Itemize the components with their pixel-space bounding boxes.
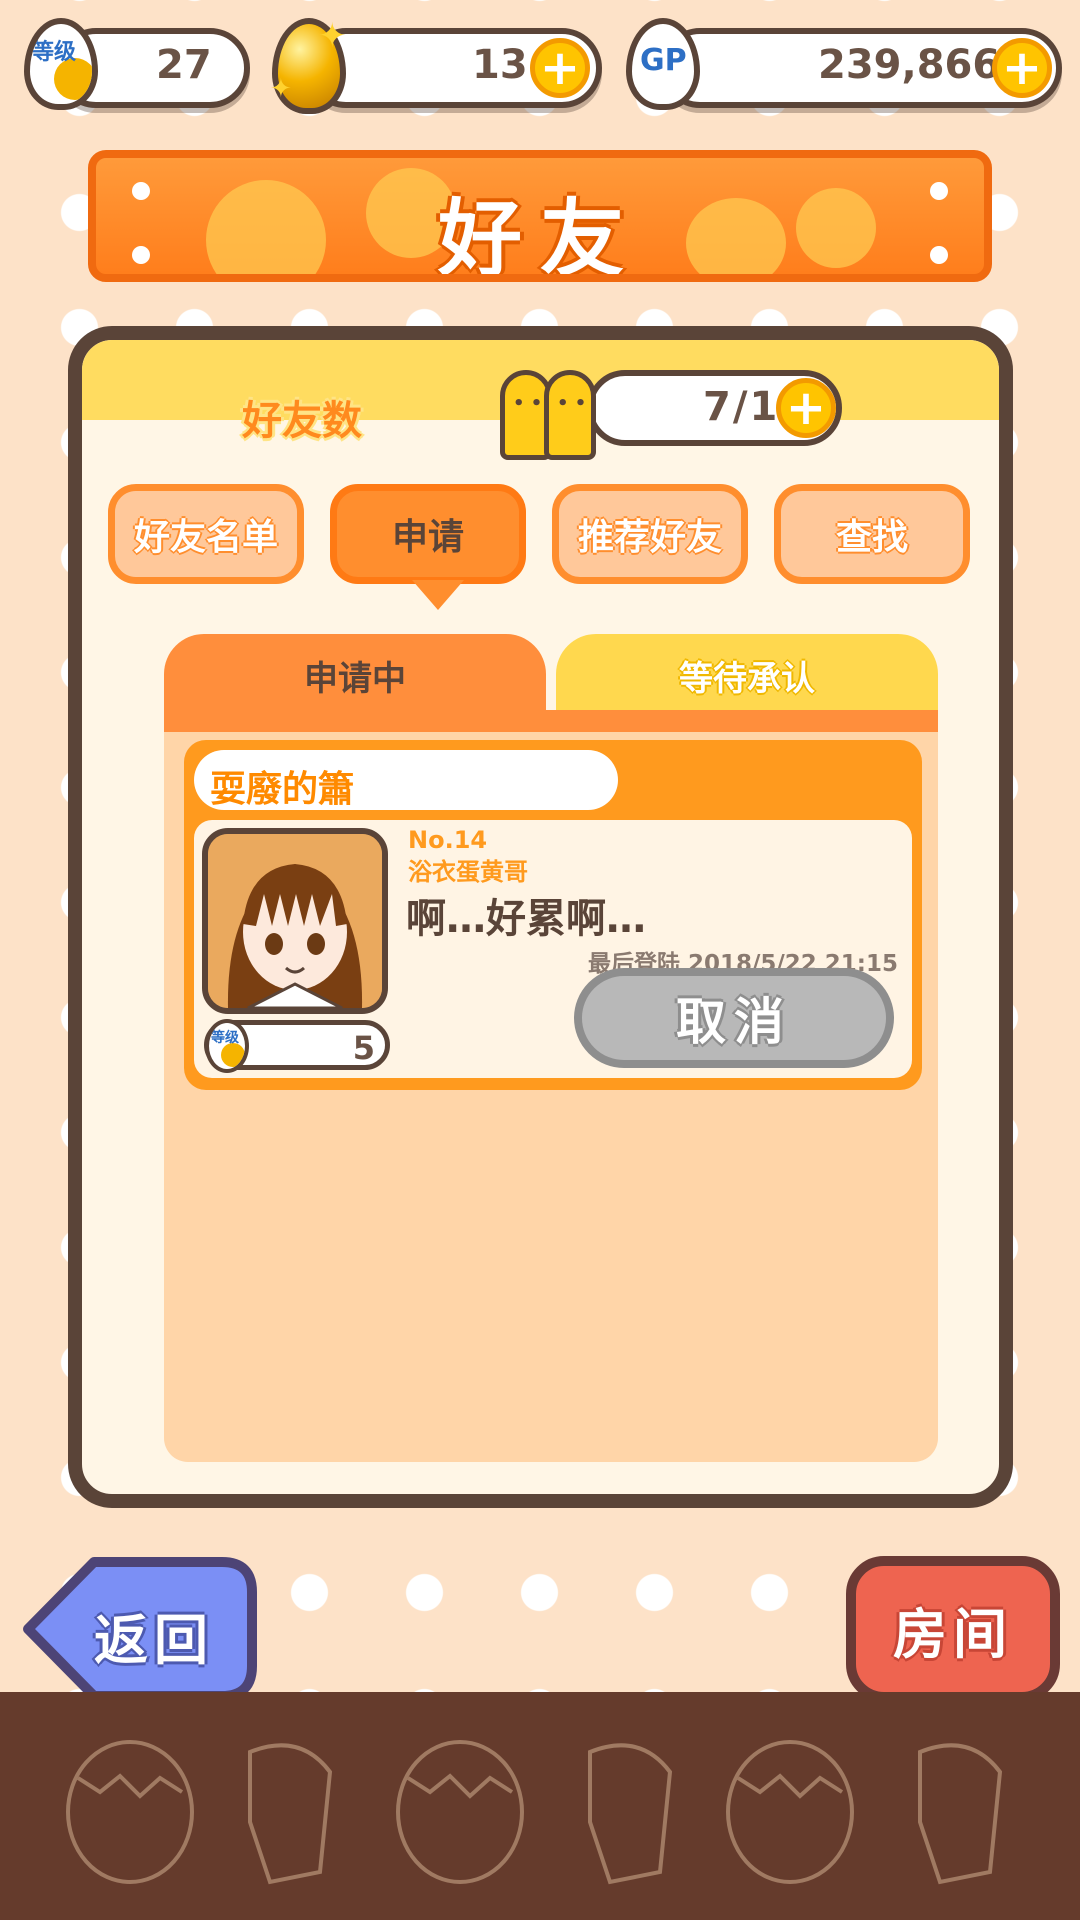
avatar[interactable] (202, 828, 388, 1014)
room-button[interactable]: 房间 (846, 1556, 1060, 1702)
friend-request-card: 耍廢的簫 等级 5 No.14 浴衣蛋黄哥 啊…好累啊… 最后登陆 2018/5… (184, 740, 922, 1090)
tab-recommended[interactable]: 推荐好友 (552, 484, 748, 584)
request-list[interactable]: 耍廢的簫 等级 5 No.14 浴衣蛋黄哥 啊…好累啊… 最后登陆 2018/5… (164, 710, 938, 1462)
back-label: 返回 (94, 1609, 214, 1672)
friends-count-label: 好友数 (242, 398, 362, 444)
character-number: No.14 (408, 826, 488, 854)
friend-request-body: 等级 5 No.14 浴衣蛋黄哥 啊…好累啊… 最后登陆 2018/5/22 2… (194, 820, 912, 1078)
tab-friend-list[interactable]: 好友名单 (108, 484, 304, 584)
friends-panel: 好友数 7/10 • • • • + 好友名单 申请 推荐好友 查找 等待承认 … (68, 326, 1013, 1508)
sparkle-icon: ✦ (318, 16, 347, 56)
tab-requests[interactable]: 申请 (330, 484, 526, 584)
active-tab-pointer (412, 580, 464, 610)
buy-gp-button[interactable]: + (992, 38, 1052, 98)
cancel-request-button[interactable]: 取消 (574, 968, 894, 1068)
egg-pattern-icon (66, 1740, 1003, 1885)
subtab-pending[interactable]: 申请中 (164, 634, 546, 716)
back-button[interactable]: 返回 (22, 1556, 258, 1702)
footer-decoration (0, 1692, 1080, 1920)
friend-level-pill: 等级 5 (204, 1019, 390, 1073)
level-egg-icon: 等级 (205, 1019, 249, 1073)
friend-name: 耍廢的簫 (194, 750, 618, 810)
title-banner: 好友 (88, 150, 992, 282)
sparkle-icon: ✦ (270, 74, 292, 104)
subtab-awaiting-approval[interactable]: 等待承认 (556, 634, 938, 716)
player-level-value: 27 (156, 42, 212, 88)
friend-level-value: 5 (352, 1029, 375, 1067)
friend-message: 啊…好累啊… (406, 896, 646, 942)
golden-eggs-value: 13 (472, 42, 528, 88)
character-name: 浴衣蛋黄哥 (408, 858, 528, 886)
expand-friends-button[interactable]: + (776, 378, 836, 438)
buy-eggs-button[interactable]: + (530, 38, 590, 98)
gp-value: 239,866 (818, 42, 1001, 88)
friend-figure-icon: • • (544, 370, 596, 460)
tab-search[interactable]: 查找 (774, 484, 970, 584)
page-title: 好友 (437, 190, 642, 282)
